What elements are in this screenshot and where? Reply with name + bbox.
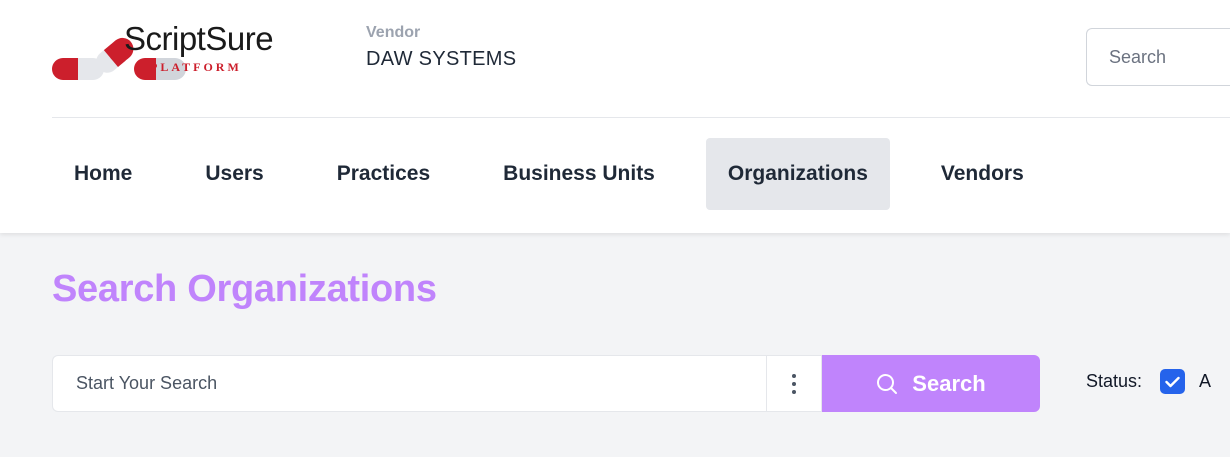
- search-button[interactable]: Search: [822, 355, 1040, 412]
- status-label: Status:: [1086, 371, 1143, 391]
- nav-item-users[interactable]: Users: [183, 138, 285, 210]
- nav-item-business-units[interactable]: Business Units: [481, 138, 677, 210]
- kebab-icon: [792, 373, 796, 394]
- vendor-label: Vendor: [366, 24, 421, 41]
- search-button-label: Search: [912, 370, 986, 396]
- status-filter: Status: A: [1086, 369, 1211, 394]
- search-icon: [877, 373, 898, 394]
- vendor-info: Vendor DAW SYSTEMS: [366, 24, 516, 71]
- nav-item-organizations[interactable]: Organizations: [705, 138, 890, 210]
- scriptsure-logo[interactable]: ScriptSure PLATFORM: [52, 20, 342, 86]
- search-options-button[interactable]: [766, 355, 822, 412]
- status-checkbox[interactable]: [1160, 369, 1186, 394]
- global-search-input[interactable]: [1086, 28, 1230, 86]
- nav-item-vendors[interactable]: Vendors: [919, 138, 1046, 210]
- page-title: Search Organizations: [52, 268, 437, 310]
- app-header: ScriptSure PLATFORM Vendor DAW SYSTEMS H…: [0, 0, 1230, 233]
- top-bar: ScriptSure PLATFORM Vendor DAW SYSTEMS: [52, 0, 1230, 118]
- logo-wordmark: ScriptSure: [124, 20, 274, 57]
- nav-item-practices[interactable]: Practices: [315, 138, 452, 210]
- status-option-label[interactable]: A: [1199, 371, 1211, 392]
- logo-subtitle: PLATFORM: [150, 60, 242, 74]
- organization-search-input[interactable]: [52, 355, 766, 412]
- organization-search-bar: Search: [52, 355, 1040, 412]
- main-nav: Home Users Practices Business Units Orga…: [52, 138, 1075, 210]
- checkmark-icon: [1165, 376, 1180, 387]
- vendor-name: DAW SYSTEMS: [366, 48, 517, 70]
- nav-item-home[interactable]: Home: [52, 138, 154, 210]
